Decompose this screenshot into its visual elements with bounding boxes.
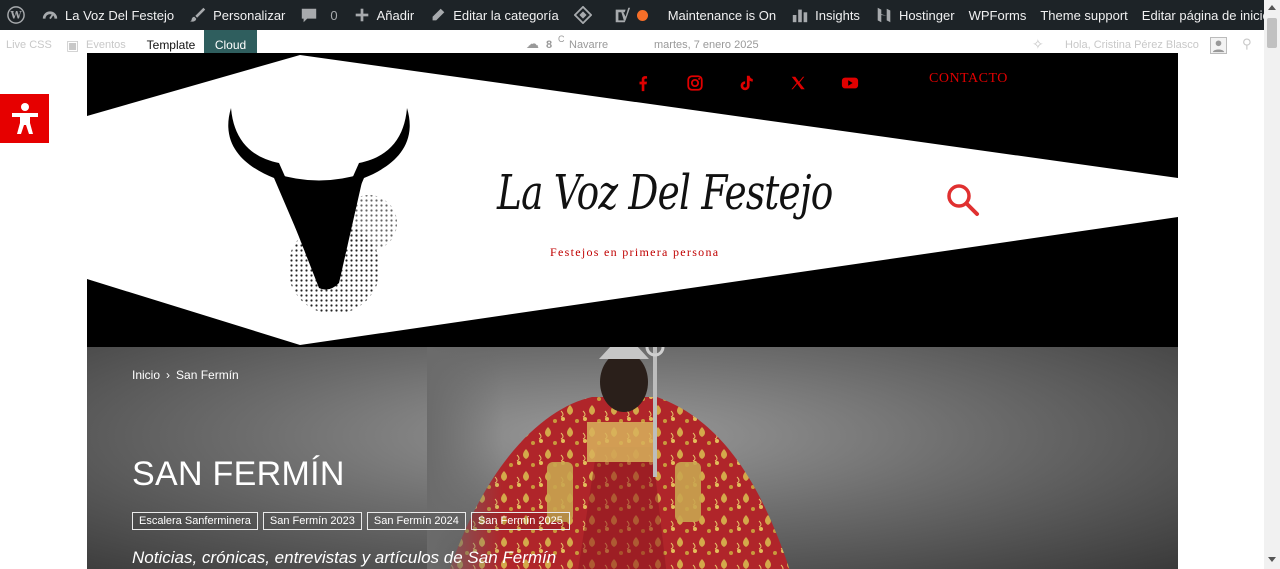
comment-bubble-icon — [299, 5, 319, 25]
wpforms-link[interactable]: WPForms — [962, 0, 1034, 30]
bar-chart-icon — [790, 5, 810, 25]
accessibility-person-icon — [11, 102, 38, 134]
theme-support-link[interactable]: Theme support — [1033, 0, 1134, 30]
avatar[interactable] — [1210, 37, 1227, 54]
pencil-icon — [428, 5, 448, 25]
breadcrumb: Inicio › San Fermín — [132, 368, 239, 382]
weather-temperature: 8 — [546, 39, 553, 51]
brush-icon — [188, 5, 208, 25]
weather-unit: C — [558, 34, 565, 44]
page-scrollbar[interactable] — [1264, 0, 1280, 569]
edit-category-link[interactable]: Editar la categoría — [421, 0, 566, 30]
tiktok-link[interactable] — [736, 73, 756, 93]
maintenance-label: Maintenance is On — [667, 7, 777, 23]
youtube-icon — [841, 77, 859, 89]
svg-text:W: W — [9, 11, 22, 22]
facebook-link[interactable] — [633, 73, 653, 93]
customize-label: Personalizar — [213, 7, 286, 23]
comments-link[interactable]: 0 — [292, 0, 344, 30]
site-logo[interactable] — [219, 103, 419, 318]
theme-support-label: Theme support — [1040, 7, 1128, 23]
hostinger-link[interactable]: Hostinger — [867, 0, 962, 30]
facebook-icon — [639, 76, 648, 92]
dashboard-icon — [40, 5, 60, 25]
x-twitter-link[interactable] — [788, 73, 808, 93]
plugin-diamond-link[interactable] — [566, 0, 605, 30]
add-new-label: Añadir — [376, 7, 415, 23]
scroll-down-arrow-icon[interactable] — [1268, 557, 1276, 562]
youtube-link[interactable] — [840, 73, 860, 93]
hostinger-icon — [874, 5, 894, 25]
status-dot-icon — [636, 9, 648, 21]
add-new-link[interactable]: Añadir — [345, 0, 422, 30]
scroll-up-arrow-icon[interactable] — [1268, 5, 1276, 10]
site-header: CONTACTO La Voz Del Festejo Festejos en … — [87, 53, 1178, 347]
insights-label: Insights — [815, 7, 860, 23]
eventos-icon: ▣ — [66, 37, 80, 53]
tiktok-icon — [740, 75, 753, 91]
category-description: Noticias, crónicas, entrevistas y artícu… — [132, 548, 557, 567]
yoast-icon — [612, 5, 632, 25]
eventos-link[interactable]: Eventos — [86, 39, 126, 51]
subcategory-tags: Escalera Sanferminera San Fermín 2023 Sa… — [132, 512, 570, 530]
tag-san-fermin-2025[interactable]: San Fermín 2025 — [470, 512, 570, 530]
search-icon[interactable] — [945, 182, 981, 218]
maintenance-link[interactable]: Maintenance is On — [661, 0, 783, 30]
breadcrumb-current: San Fermín — [176, 368, 239, 382]
site-name-label: La Voz Del Festejo — [65, 7, 175, 23]
contact-link[interactable]: CONTACTO — [929, 71, 1008, 87]
hostinger-label: Hostinger — [898, 7, 955, 23]
tag-escalera-sanferminera[interactable]: Escalera Sanferminera — [132, 512, 258, 530]
x-icon — [791, 76, 805, 90]
wpforms-label: WPForms — [968, 7, 1027, 23]
instagram-icon — [687, 75, 703, 91]
category-hero: Inicio › San Fermín SAN FERMÍN Escalera … — [87, 347, 1178, 569]
breadcrumb-home-link[interactable]: Inicio — [132, 368, 160, 382]
insights-link[interactable]: Insights — [783, 0, 867, 30]
sparkle-icon[interactable]: ✧ — [1032, 36, 1044, 53]
customize-link[interactable]: Personalizar — [181, 0, 292, 30]
plus-icon — [352, 5, 372, 25]
tag-san-fermin-2023[interactable]: San Fermín 2023 — [262, 512, 362, 530]
current-date: martes, 7 enero 2025 — [654, 39, 759, 51]
admin-bar: W La Voz Del Festejo Personalizar 0 Añad… — [0, 0, 1280, 30]
breadcrumb-separator: › — [166, 368, 171, 382]
live-css-link[interactable]: Live CSS — [6, 39, 52, 51]
instagram-link[interactable] — [685, 73, 705, 93]
wordpress-logo-button[interactable]: W — [0, 0, 33, 30]
page-title: SAN FERMÍN — [132, 455, 345, 493]
edit-category-label: Editar la categoría — [453, 7, 559, 23]
san-fermin-image — [427, 347, 807, 569]
tag-san-fermin-2024[interactable]: San Fermín 2024 — [366, 512, 466, 530]
user-greeting[interactable]: Hola, Cristina Pérez Blasco — [1065, 39, 1199, 51]
yoast-seo-link[interactable] — [605, 0, 661, 30]
site-title[interactable]: La Voz Del Festejo — [497, 165, 833, 221]
accessibility-button[interactable] — [0, 94, 49, 143]
comments-count: 0 — [330, 7, 338, 23]
edit-home-label: Editar página de inicio — [1141, 7, 1270, 23]
weather-location: Navarre — [569, 39, 609, 51]
diamond-icon — [573, 5, 593, 25]
cloud-weather-icon: ☁ — [526, 36, 539, 51]
scrollbar-thumb[interactable] — [1267, 18, 1277, 48]
search-small-icon[interactable]: ⚲ — [1242, 36, 1252, 52]
site-name-link[interactable]: La Voz Del Festejo — [33, 0, 181, 30]
edit-home-link[interactable]: Editar página de inicio — [1135, 0, 1277, 30]
wordpress-icon: W — [6, 5, 26, 25]
site-tagline: Festejos en primera persona — [550, 245, 720, 259]
